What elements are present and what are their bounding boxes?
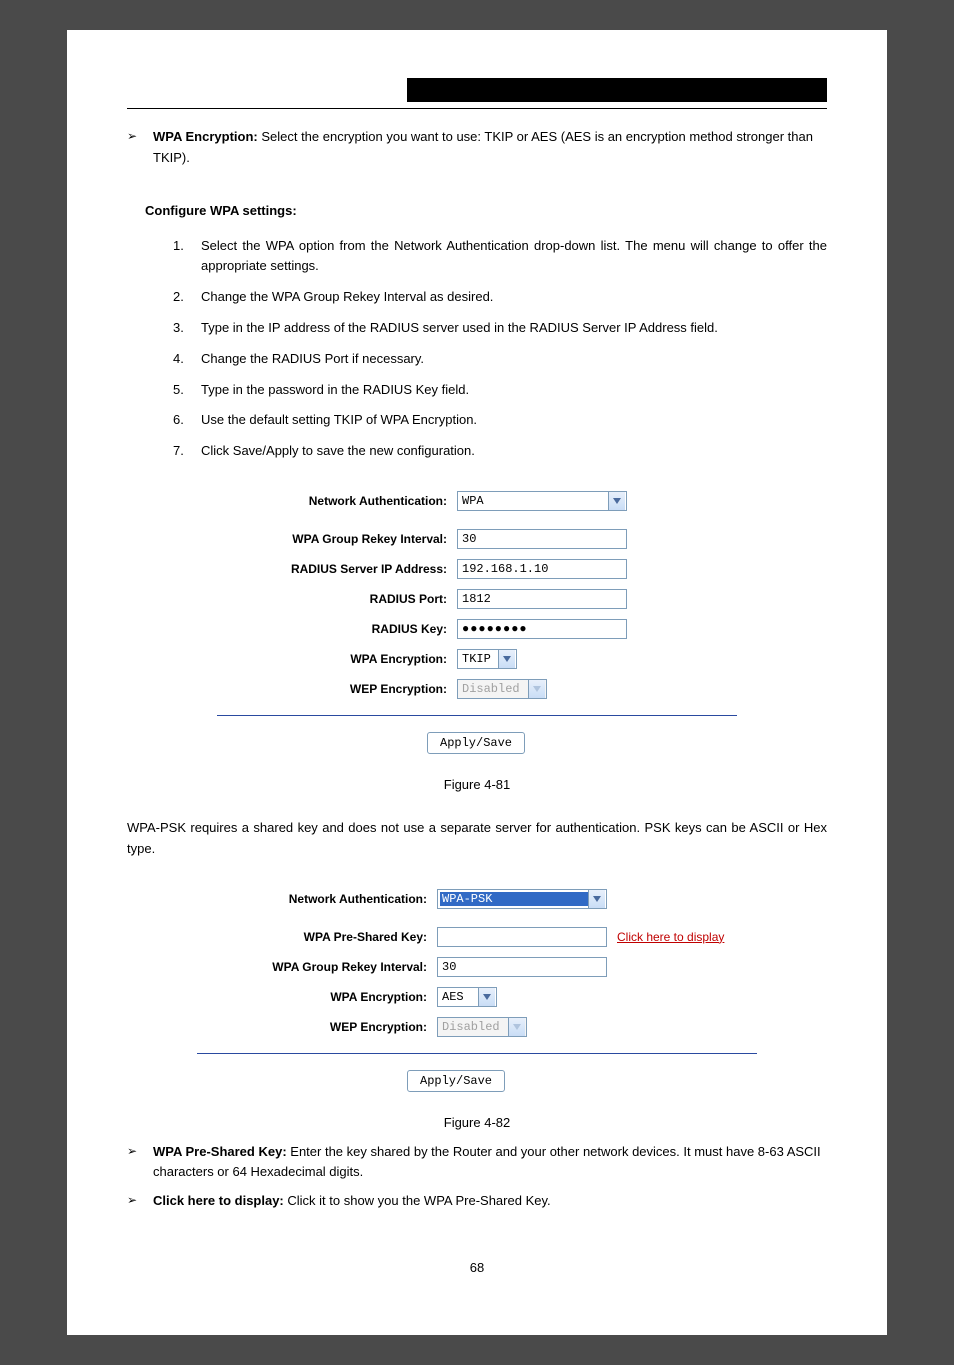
select-wep-enc-2: Disabled [437,1017,527,1037]
step-index: 2. [173,287,201,308]
chevron-down-icon [478,988,495,1006]
chevron-down-icon [588,890,605,908]
input-value: 1812 [462,592,491,606]
select-network-auth-2[interactable]: WPA-PSK [437,889,607,909]
bullet1-term: WPA Encryption: [153,129,258,144]
label-group-rekey: WPA Group Rekey Interval: [217,532,457,546]
step-text: Select the WPA option from the Network A… [201,236,827,278]
step-index: 5. [173,380,201,401]
select-value: AES [442,990,478,1004]
header-rule [127,108,827,109]
step-row: 3.Type in the IP address of the RADIUS s… [173,318,827,339]
figure-wpapsk-form: Network Authentication: WPA-PSK WPA Pre-… [186,874,768,1105]
select-wep-enc: Disabled [457,679,547,699]
configure-header: Configure WPA settings: [145,203,827,218]
bullet3-term: Click here to display: [153,1193,284,1208]
step-text: Change the WPA Group Rekey Interval as d… [201,287,827,308]
select-value: WPA [462,494,608,508]
step-index: 4. [173,349,201,370]
label-radius-ip: RADIUS Server IP Address: [217,562,457,576]
apply-save-button[interactable]: Apply/Save [427,732,525,754]
step-row: 5.Type in the password in the RADIUS Key… [173,380,827,401]
select-value: WPA-PSK [440,892,588,906]
label-psk: WPA Pre-Shared Key: [197,930,437,944]
chevron-down-icon [608,492,625,510]
label-radius-port: RADIUS Port: [217,592,457,606]
input-psk[interactable] [437,927,607,947]
page: ➢ WPA Encryption: Select the encryption … [67,30,887,1335]
label-group-rekey-2: WPA Group Rekey Interval: [197,960,437,974]
bullet3-body: Click it to show you the WPA Pre-Shared … [284,1193,551,1208]
select-wpa-enc[interactable]: TKIP [457,649,517,669]
step-index: 6. [173,410,201,431]
wpa-psk-paragraph: WPA-PSK requires a shared key and does n… [127,818,827,860]
step-row: 7.Click Save/Apply to save the new confi… [173,441,827,462]
bullet-glyph-icon: ➢ [127,1142,153,1184]
input-value: 30 [462,532,476,546]
select-value: TKIP [462,652,498,666]
step-row: 6.Use the default setting TKIP of WPA En… [173,410,827,431]
step-text: Use the default setting TKIP of WPA Encr… [201,410,827,431]
step-row: 4.Change the RADIUS Port if necessary. [173,349,827,370]
chevron-down-icon [498,650,515,668]
input-radius-ip[interactable]: 192.168.1.10 [457,559,627,579]
page-number: 68 [127,1260,827,1275]
figure-wpa-form: Network Authentication: WPA WPA Group Re… [206,476,748,767]
step-text: Click Save/Apply to save the new configu… [201,441,827,462]
bullet-glyph-icon: ➢ [127,1191,153,1212]
input-value: 192.168.1.10 [462,562,548,576]
header-black-bar [407,78,827,102]
input-radius-key[interactable]: ●●●●●●●● [457,619,627,639]
input-group-rekey[interactable]: 30 [457,529,627,549]
label-radius-key: RADIUS Key: [217,622,457,636]
link-text: Click here to display [617,930,724,944]
input-value: ●●●●●●●● [462,622,528,636]
step-text: Type in the IP address of the RADIUS ser… [201,318,827,339]
figure-rule [217,715,737,716]
step-index: 3. [173,318,201,339]
chevron-down-icon [508,1018,525,1036]
link-click-to-display[interactable]: Click here to display [617,930,724,944]
step-row: 2.Change the WPA Group Rekey Interval as… [173,287,827,308]
bullet-glyph-icon: ➢ [127,127,153,169]
label-network-auth: Network Authentication: [217,494,457,508]
figure-caption-2: Figure 4-82 [127,1115,827,1130]
input-value: 30 [442,960,456,974]
select-network-auth[interactable]: WPA [457,491,627,511]
step-index: 7. [173,441,201,462]
figure-rule [197,1053,757,1054]
step-text: Type in the password in the RADIUS Key f… [201,380,827,401]
figure-caption: Figure 4-81 [127,777,827,792]
label-wpa-enc-2: WPA Encryption: [197,990,437,1004]
step-index: 1. [173,236,201,278]
bullet-click-display: ➢ Click here to display: Click it to sho… [127,1191,827,1212]
label-network-auth-2: Network Authentication: [197,892,437,906]
step-text: Change the RADIUS Port if necessary. [201,349,827,370]
button-label: Apply/Save [440,736,512,750]
apply-save-button-2[interactable]: Apply/Save [407,1070,505,1092]
step-row: 1.Select the WPA option from the Network… [173,236,827,278]
label-wep-enc-2: WEP Encryption: [197,1020,437,1034]
select-wpa-enc-2[interactable]: AES [437,987,497,1007]
label-wep-enc: WEP Encryption: [217,682,457,696]
select-value: Disabled [462,682,528,696]
button-label: Apply/Save [420,1074,492,1088]
steps-list: 1.Select the WPA option from the Network… [173,236,827,462]
chevron-down-icon [528,680,545,698]
bullet-psk: ➢ WPA Pre-Shared Key: Enter the key shar… [127,1142,827,1184]
input-group-rekey-2[interactable]: 30 [437,957,607,977]
select-value: Disabled [442,1020,508,1034]
bullet-wpa-encryption: ➢ WPA Encryption: Select the encryption … [127,127,827,169]
label-wpa-enc: WPA Encryption: [217,652,457,666]
bullet2-term: WPA Pre-Shared Key: [153,1144,287,1159]
input-radius-port[interactable]: 1812 [457,589,627,609]
